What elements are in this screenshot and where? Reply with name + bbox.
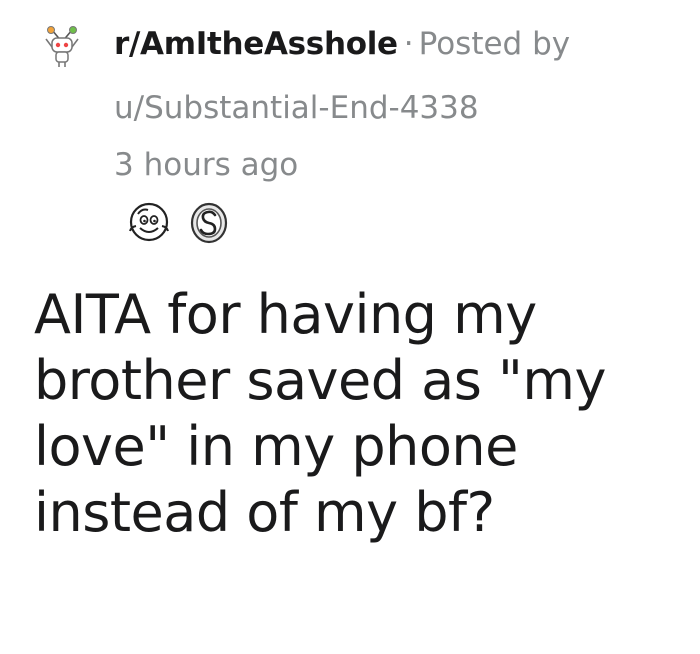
post-meta-header: r/AmItheAsshole · Posted by [114,22,570,66]
subreddit-icon[interactable] [44,26,80,68]
post-card: r/AmItheAsshole · Posted by u/Substantial-… [0,0,700,654]
post-title-line: love" in my phone [34,415,518,478]
post-title-line: brother saved as "my [34,349,606,412]
awards-row [124,196,234,246]
author-username[interactable]: u/Substantial-End-4338 [114,86,479,130]
meta-separator: · [403,26,414,62]
post-title[interactable]: AITA for having my brother saved as "my … [34,282,694,546]
post-title-line: AITA for having my [34,283,537,346]
wholesome-award-icon[interactable] [124,196,174,246]
posted-by-label: Posted by [418,26,571,62]
post-title-line: instead of my bf? [34,481,495,544]
post-timestamp[interactable]: 3 hours ago [114,143,298,187]
subreddit-link[interactable]: r/AmItheAsshole [114,26,398,62]
silver-award-icon[interactable] [184,196,234,246]
